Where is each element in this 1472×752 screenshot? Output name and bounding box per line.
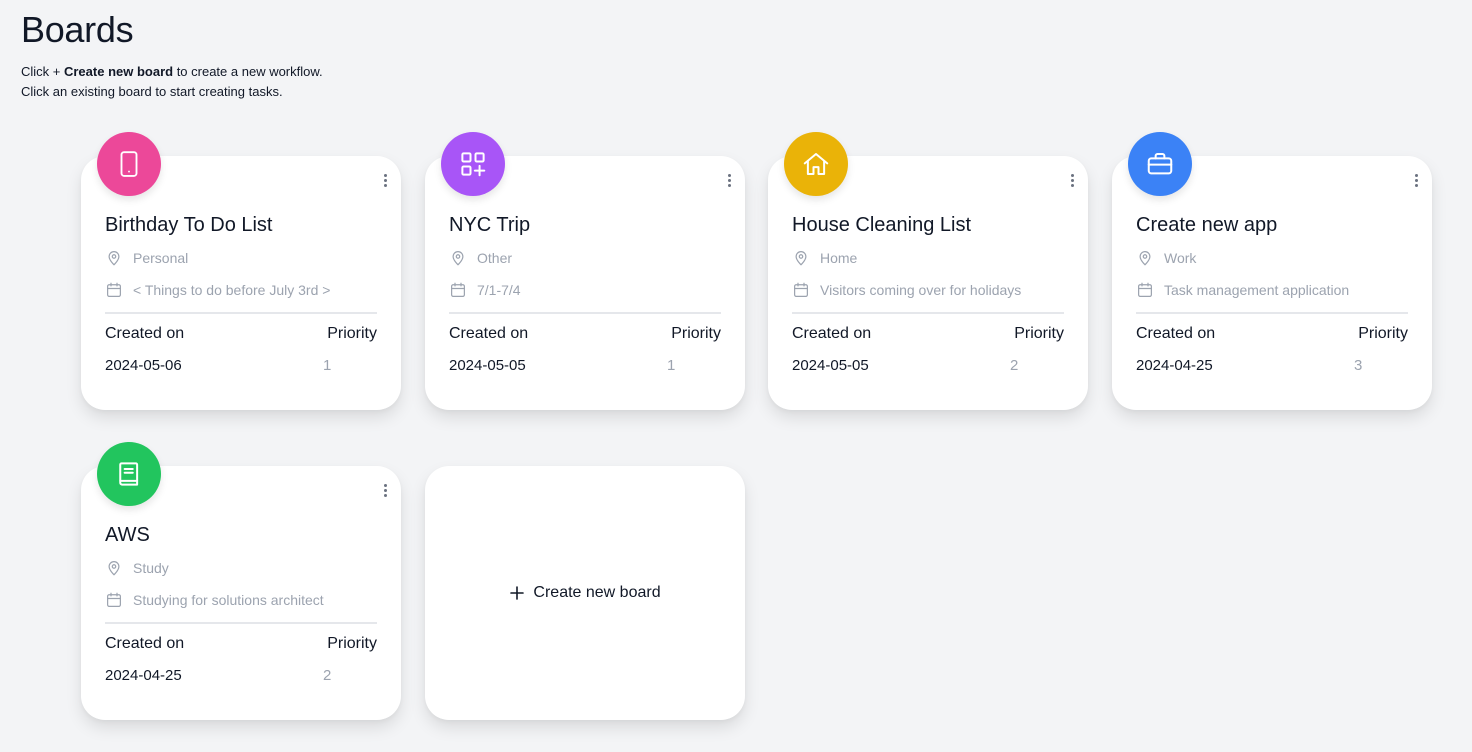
board-icon-badge (1128, 132, 1192, 196)
map-pin-icon (795, 251, 807, 266)
board-icon-badge (784, 132, 848, 196)
created-on-label: Created on (792, 325, 872, 342)
create-new-board-button[interactable]: Create new board (509, 584, 661, 602)
board-icon-badge (441, 132, 505, 196)
card-divider (105, 312, 377, 314)
priority-label: Priority (1014, 325, 1064, 342)
plus-icon (510, 586, 525, 600)
board-description: Studying for solutions architect (105, 591, 324, 609)
board-card[interactable]: NYC Trip Other 7/1-7/4 Created on Priori… (425, 132, 745, 410)
card-divider (105, 622, 377, 624)
board-category: Personal (105, 249, 188, 267)
board-card[interactable]: House Cleaning List Home Visitors coming… (768, 132, 1088, 410)
map-pin-icon (108, 561, 120, 576)
priority-label: Priority (327, 635, 377, 652)
page-intro: Click + Create new board to create a new… (21, 62, 323, 102)
board-title: AWS (105, 524, 150, 546)
priority-label: Priority (671, 325, 721, 342)
created-on-label: Created on (105, 635, 185, 652)
board-title: House Cleaning List (792, 214, 971, 236)
board-category-label: Home (820, 250, 858, 266)
board-category-label: Study (133, 560, 169, 576)
intro-line-1-bold: Create new board (63, 64, 174, 79)
board-category: Study (105, 559, 169, 577)
created-on-label: Created on (1136, 325, 1216, 342)
board-description-label: Visitors coming over for holidays (820, 282, 1022, 298)
board-description: Visitors coming over for holidays (792, 281, 1021, 299)
board-card[interactable]: AWS Study Studying for solutions archite… (81, 442, 401, 720)
board-title: NYC Trip (449, 214, 531, 236)
map-pin-icon (452, 251, 464, 266)
board-category-label: Other (477, 250, 513, 266)
board-category-label: Personal (133, 250, 189, 266)
map-pin-icon (108, 251, 120, 266)
board-description-label: Studying for solutions architect (133, 592, 324, 608)
priority-value: 2 (1010, 357, 1019, 374)
intro-line-1: Click + Create new board to create a new… (21, 62, 323, 82)
squares-plus-icon (461, 152, 486, 177)
intro-line-2: Click an existing board to start creatin… (21, 84, 283, 99)
priority-value: 3 (1354, 357, 1363, 374)
created-on-value: 2024-04-25 (105, 667, 182, 684)
priority-value: 1 (323, 357, 332, 374)
board-menu-button[interactable] (1412, 172, 1420, 188)
home-icon (803, 153, 829, 175)
board-description-label: < Things to do before July 3rd > (133, 282, 331, 298)
intro-line-1-post: to create a new workflow. (173, 64, 323, 79)
intro-line-1-pre: Click + (21, 64, 64, 79)
board-menu-button[interactable] (1068, 172, 1076, 188)
created-on-value: 2024-05-05 (792, 357, 869, 374)
page-title: Boards (21, 9, 134, 50)
board-icon-badge (97, 442, 161, 506)
board-category-label: Work (1164, 250, 1197, 266)
calendar-icon (1138, 282, 1152, 297)
calendar-icon (794, 282, 808, 297)
book-icon (119, 462, 139, 486)
created-on-label: Created on (105, 325, 185, 342)
create-new-board-card[interactable]: Create new board (425, 466, 745, 720)
board-category: Home (792, 249, 857, 267)
board-description: Task management application (1136, 281, 1349, 299)
briefcase-icon (1147, 153, 1173, 175)
board-menu-button[interactable] (381, 172, 389, 188)
board-description: < Things to do before July 3rd > (105, 281, 330, 299)
board-menu-button[interactable] (381, 482, 389, 498)
priority-value: 2 (323, 667, 332, 684)
board-description-label: 7/1-7/4 (477, 282, 521, 298)
priority-label: Priority (1358, 325, 1408, 342)
calendar-icon (107, 282, 121, 297)
created-on-value: 2024-05-05 (449, 357, 526, 374)
card-divider (1136, 312, 1408, 314)
map-pin-icon (1139, 251, 1151, 266)
card-divider (792, 312, 1064, 314)
priority-label: Priority (327, 325, 377, 342)
board-description-label: Task management application (1164, 282, 1350, 298)
card-divider (449, 312, 721, 314)
calendar-icon (451, 282, 465, 297)
tablet-icon (120, 151, 138, 177)
created-on-value: 2024-05-06 (105, 357, 182, 374)
calendar-icon (107, 592, 121, 607)
created-on-value: 2024-04-25 (1136, 357, 1213, 374)
created-on-label: Created on (449, 325, 529, 342)
create-new-board-label: Create new board (533, 584, 661, 601)
board-menu-button[interactable] (725, 172, 733, 188)
board-card[interactable]: Birthday To Do List Personal < Things to… (81, 132, 401, 410)
board-category: Work (1136, 249, 1196, 267)
priority-value: 1 (667, 357, 676, 374)
board-title: Birthday To Do List (105, 214, 273, 236)
board-category: Other (449, 249, 512, 267)
board-title: Create new app (1136, 214, 1278, 236)
board-description: 7/1-7/4 (449, 281, 521, 299)
board-card[interactable]: Create new app Work Task management appl… (1112, 132, 1432, 410)
board-icon-badge (97, 132, 161, 196)
